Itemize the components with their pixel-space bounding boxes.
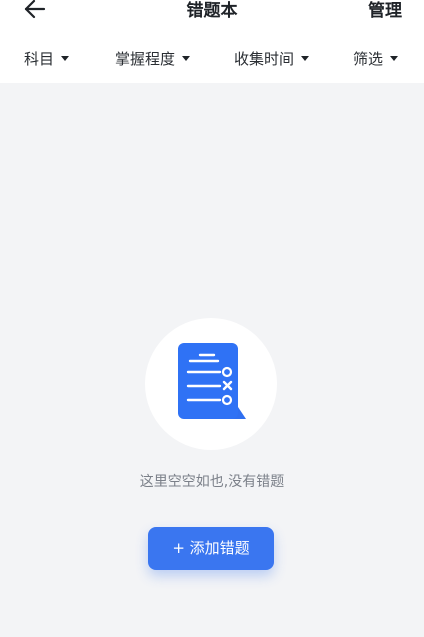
manage-button[interactable]: 管理 — [368, 1, 402, 21]
caret-down-icon — [182, 56, 191, 61]
top-app-bar: 错题本 管理 — [0, 0, 424, 34]
filter-bar: 科目 掌握程度 收集时间 筛选 — [0, 34, 424, 83]
page-title: 错题本 — [186, 1, 238, 21]
filter-more[interactable]: 筛选 — [353, 49, 399, 69]
empty-state-illustration — [145, 318, 277, 450]
empty-state-message: 这里空空如也,没有错题 — [139, 474, 285, 490]
filter-more-label: 筛选 — [353, 50, 384, 68]
filter-subject[interactable]: 科目 — [24, 49, 70, 69]
caret-down-icon — [390, 56, 399, 61]
filter-mastery-label: 掌握程度 — [115, 50, 176, 68]
document-list-icon — [178, 343, 246, 419]
filter-collect-time-label: 收集时间 — [234, 50, 295, 68]
filter-mastery[interactable]: 掌握程度 — [115, 49, 191, 69]
caret-down-icon — [301, 56, 310, 61]
filter-collect-time[interactable]: 收集时间 — [234, 49, 310, 69]
add-wrong-question-button[interactable]: + 添加错题 — [148, 527, 274, 570]
filter-subject-label: 科目 — [24, 50, 55, 68]
caret-down-icon — [61, 56, 70, 61]
